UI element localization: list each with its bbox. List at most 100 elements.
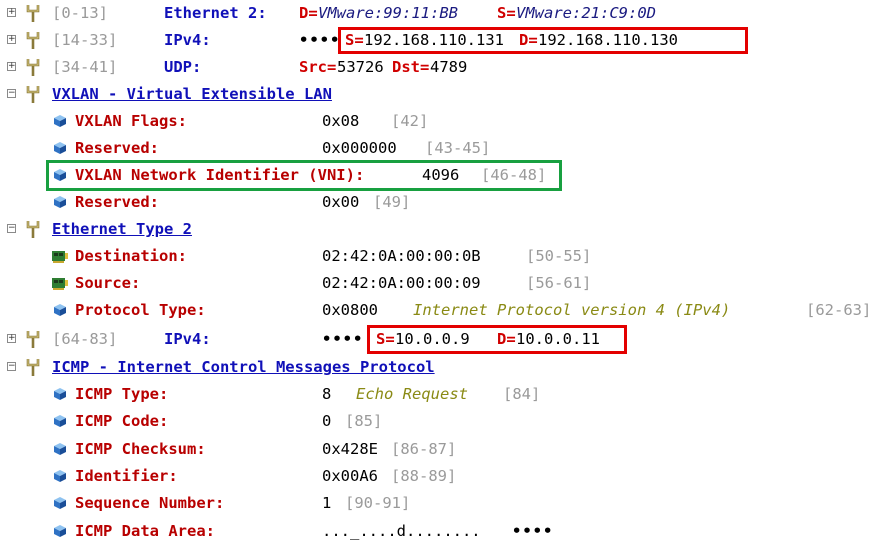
tree-row-field[interactable]: Destination: 02:42:0A:00:00:0B [50-55] — [0, 243, 895, 270]
byte-range: [62-63] — [806, 301, 872, 319]
protocol-title[interactable]: Ethernet Type 2 — [52, 216, 192, 243]
tree-row-udp[interactable]: + [34-41] UDP: Src= 53726 Dst= 4789 — [0, 54, 895, 81]
tuning-fork-icon — [26, 221, 40, 238]
tuning-fork-icon — [26, 32, 40, 49]
more-ellipsis: •••• — [512, 522, 554, 540]
field-value: 02:42:0A:00:00:09 — [322, 274, 481, 292]
dest-label: D= — [299, 4, 318, 22]
expand-icon[interactable]: + — [7, 62, 16, 71]
tree-row-field[interactable]: Protocol Type: 0x0800 Internet Protocol … — [0, 297, 895, 324]
field-cube-icon — [54, 415, 66, 427]
field-name: Destination: — [75, 247, 187, 265]
field-value: ..._....d........ — [322, 522, 481, 540]
tuning-fork-icon — [26, 86, 40, 103]
source-value: VMware:21:C9:0D — [516, 4, 656, 22]
field-cube-icon — [54, 388, 66, 400]
tree-row-field[interactable]: ICMP Data Area: ..._....d........ •••• — [0, 518, 895, 545]
protocol-title[interactable]: ICMP - Internet Control Messages Protoco… — [52, 354, 435, 381]
field-value: 0x428E — [322, 440, 378, 458]
field-cube-icon — [54, 497, 66, 509]
dst-port-value: 4789 — [430, 58, 468, 76]
field-cube-icon — [54, 115, 66, 127]
tree-row-icmp[interactable]: − ICMP - Internet Control Messages Proto… — [0, 354, 895, 381]
field-value: 0x00 — [322, 193, 360, 211]
field-name: ICMP Data Area: — [75, 522, 215, 540]
tree-row-field[interactable]: ICMP Code: 0 [85] — [0, 408, 895, 435]
protocol-name: Ethernet 2: — [164, 4, 267, 22]
byte-range: [34-41] — [52, 58, 118, 76]
tuning-fork-icon — [26, 359, 40, 376]
protocol-title[interactable]: VXLAN - Virtual Extensible LAN — [52, 81, 332, 108]
tree-row-field[interactable]: Reserved: 0x00 [49] — [0, 189, 895, 216]
field-name: ICMP Type: — [75, 385, 169, 403]
expand-icon[interactable]: + — [7, 35, 16, 44]
byte-range: [43-45] — [425, 139, 491, 157]
tree-row-field[interactable]: ICMP Type: 8 Echo Request [84] — [0, 381, 895, 408]
more-ellipsis: •••• — [322, 330, 364, 348]
tuning-fork-icon — [26, 59, 40, 76]
field-cube-icon — [54, 525, 66, 537]
byte-range: [86-87] — [391, 440, 457, 458]
tree-row-ethernet-type2[interactable]: − Ethernet Type 2 — [0, 216, 895, 243]
field-cube-icon — [54, 443, 66, 455]
collapse-icon[interactable]: − — [7, 362, 16, 371]
tree-row-field[interactable]: Sequence Number: 1 [90-91] — [0, 490, 895, 517]
field-cube-icon — [54, 142, 66, 154]
field-description: Internet Protocol version 4 (IPv4) — [413, 301, 731, 319]
field-name: Identifier: — [75, 467, 178, 485]
expand-icon[interactable]: + — [7, 334, 16, 343]
tree-row-field[interactable]: VXLAN Flags: 0x08 [42] — [0, 108, 895, 135]
byte-range: [50-55] — [526, 247, 592, 265]
protocol-name: IPv4: — [164, 31, 211, 49]
field-value: 0x08 — [322, 112, 360, 130]
byte-range: [64-83] — [52, 330, 118, 348]
byte-range: [84] — [503, 385, 541, 403]
src-port-label: Src= — [299, 58, 337, 76]
protocol-name: IPv4: — [164, 330, 211, 348]
tree-row-field[interactable]: Identifier: 0x00A6 [88-89] — [0, 463, 895, 490]
byte-range: [14-33] — [52, 31, 118, 49]
tree-row-field[interactable]: Source: 02:42:0A:00:00:09 [56-61] — [0, 270, 895, 297]
byte-range: [90-91] — [345, 494, 411, 512]
field-name: Protocol Type: — [75, 301, 206, 319]
field-name: Source: — [75, 274, 141, 292]
collapse-icon[interactable]: − — [7, 89, 16, 98]
tuning-fork-icon — [26, 331, 40, 348]
field-cube-icon — [54, 304, 66, 316]
protocol-name: UDP: — [164, 58, 202, 76]
network-card-icon — [52, 251, 68, 263]
tree-row-field[interactable]: Reserved: 0x000000 [43-45] — [0, 135, 895, 162]
byte-range: [0-13] — [52, 4, 108, 22]
byte-range: [85] — [345, 412, 383, 430]
expand-icon[interactable]: + — [7, 8, 16, 17]
field-name: Reserved: — [75, 193, 159, 211]
highlight-vni-box — [46, 160, 562, 191]
highlight-inner-ip-box — [367, 325, 627, 354]
tree-row-vxlan[interactable]: − VXLAN - Virtual Extensible LAN — [0, 81, 895, 108]
field-name: ICMP Code: — [75, 412, 169, 430]
src-port-value: 53726 — [337, 58, 384, 76]
field-name: Sequence Number: — [75, 494, 225, 512]
field-description: Echo Request — [356, 385, 468, 403]
field-name: Reserved: — [75, 139, 159, 157]
field-value: 0x0800 — [322, 301, 378, 319]
highlight-outer-ip-box — [338, 27, 748, 54]
network-card-icon — [52, 278, 68, 290]
dst-port-label: Dst= — [392, 58, 430, 76]
field-value: 1 — [322, 494, 332, 512]
byte-range: [88-89] — [391, 467, 457, 485]
field-value: 02:42:0A:00:00:0B — [322, 247, 481, 265]
field-cube-icon — [54, 196, 66, 208]
field-cube-icon — [54, 470, 66, 482]
tree-row-field[interactable]: ICMP Checksum: 0x428E [86-87] — [0, 436, 895, 463]
packet-decode-tree: + [0-13] Ethernet 2: D= VMware:99:11:BB … — [0, 0, 895, 550]
tuning-fork-icon — [26, 5, 40, 22]
field-value: 0 — [322, 412, 332, 430]
dest-value: VMware:99:11:BB — [318, 4, 458, 22]
collapse-icon[interactable]: − — [7, 224, 16, 233]
byte-range: [42] — [391, 112, 429, 130]
field-value: 0x000000 — [322, 139, 397, 157]
more-ellipsis: •••• — [299, 31, 341, 49]
byte-range: [49] — [373, 193, 411, 211]
tree-row-ethernet2[interactable]: + [0-13] Ethernet 2: D= VMware:99:11:BB … — [0, 0, 895, 27]
